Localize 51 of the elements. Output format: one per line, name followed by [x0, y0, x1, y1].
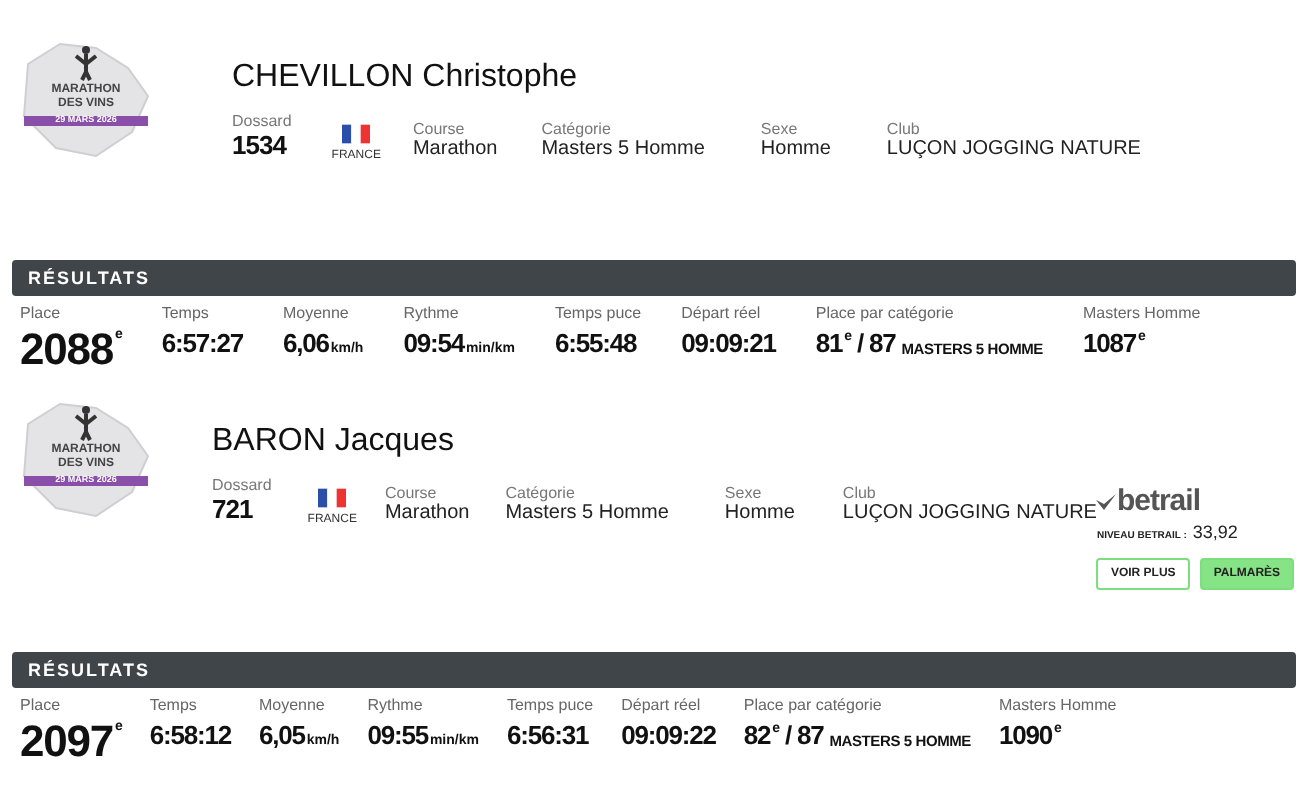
- field-label: Catégorie: [505, 484, 577, 502]
- result-label: Temps puce: [506, 696, 594, 714]
- result-value: 09:09:21: [681, 330, 776, 356]
- field-value: Masters 5 Homme: [541, 138, 705, 160]
- results-header: RÉSULTATS: [12, 652, 1296, 688]
- flag-icon: [318, 488, 347, 508]
- field-value: Marathon: [384, 502, 470, 524]
- field-value: LUÇON JOGGING NATURE: [886, 138, 1141, 160]
- field-label: Club: [842, 484, 878, 502]
- results-header: RÉSULTATS: [12, 260, 1296, 296]
- result-label: Masters Homme: [999, 696, 1117, 714]
- result-label: Place par catégorie: [743, 696, 884, 714]
- field-label: Sexe: [724, 484, 764, 502]
- result-value: 6:57:27: [161, 330, 243, 356]
- result-label: Départ réel: [621, 696, 703, 714]
- athlete-name: BARON Jacques: [212, 424, 456, 460]
- result-label: Place: [20, 304, 63, 322]
- result-value: 6:56:31: [506, 722, 591, 748]
- result-value: 6:55:48: [554, 330, 639, 356]
- field-label: Catégorie: [541, 120, 613, 138]
- field-label: Course: [412, 120, 467, 138]
- brand-name: betrail: [1116, 484, 1200, 518]
- field-value: Masters 5 Homme: [505, 502, 669, 524]
- result-value: 6:58:12: [149, 722, 231, 748]
- field-value: Marathon: [412, 138, 498, 160]
- result-label: Moyenne: [282, 304, 351, 322]
- result-label: Temps: [161, 304, 211, 322]
- result-label: Temps puce: [554, 304, 642, 322]
- result-label: Rythme: [403, 304, 461, 322]
- bib-label: Dossard: [212, 476, 272, 494]
- result-label: Départ réel: [681, 304, 763, 322]
- field-value: Homme: [724, 502, 795, 524]
- result-label: Place par catégorie: [815, 304, 956, 322]
- level-value: 33,92: [1192, 522, 1238, 542]
- bib-label: Dossard: [232, 112, 292, 130]
- field-label: Sexe: [760, 120, 800, 138]
- athlete-name: CHEVILLON Christophe: [232, 60, 580, 96]
- field-value: LUÇON JOGGING NATURE: [842, 502, 1097, 524]
- result-label: Rythme: [367, 696, 425, 714]
- result-value: 09:09:22: [621, 722, 716, 748]
- result-label: Moyenne: [258, 696, 327, 714]
- check-icon: [1096, 493, 1117, 509]
- field-value: Homme: [760, 138, 831, 160]
- result-label: Temps: [149, 696, 199, 714]
- flag-icon: [342, 124, 371, 144]
- result-label: Masters Homme: [1083, 304, 1201, 322]
- bib-number: 1534: [232, 130, 289, 160]
- bib-number: 721: [212, 494, 255, 524]
- result-label: Place: [20, 696, 63, 714]
- field-label: Course: [384, 484, 439, 502]
- field-label: Club: [886, 120, 922, 138]
